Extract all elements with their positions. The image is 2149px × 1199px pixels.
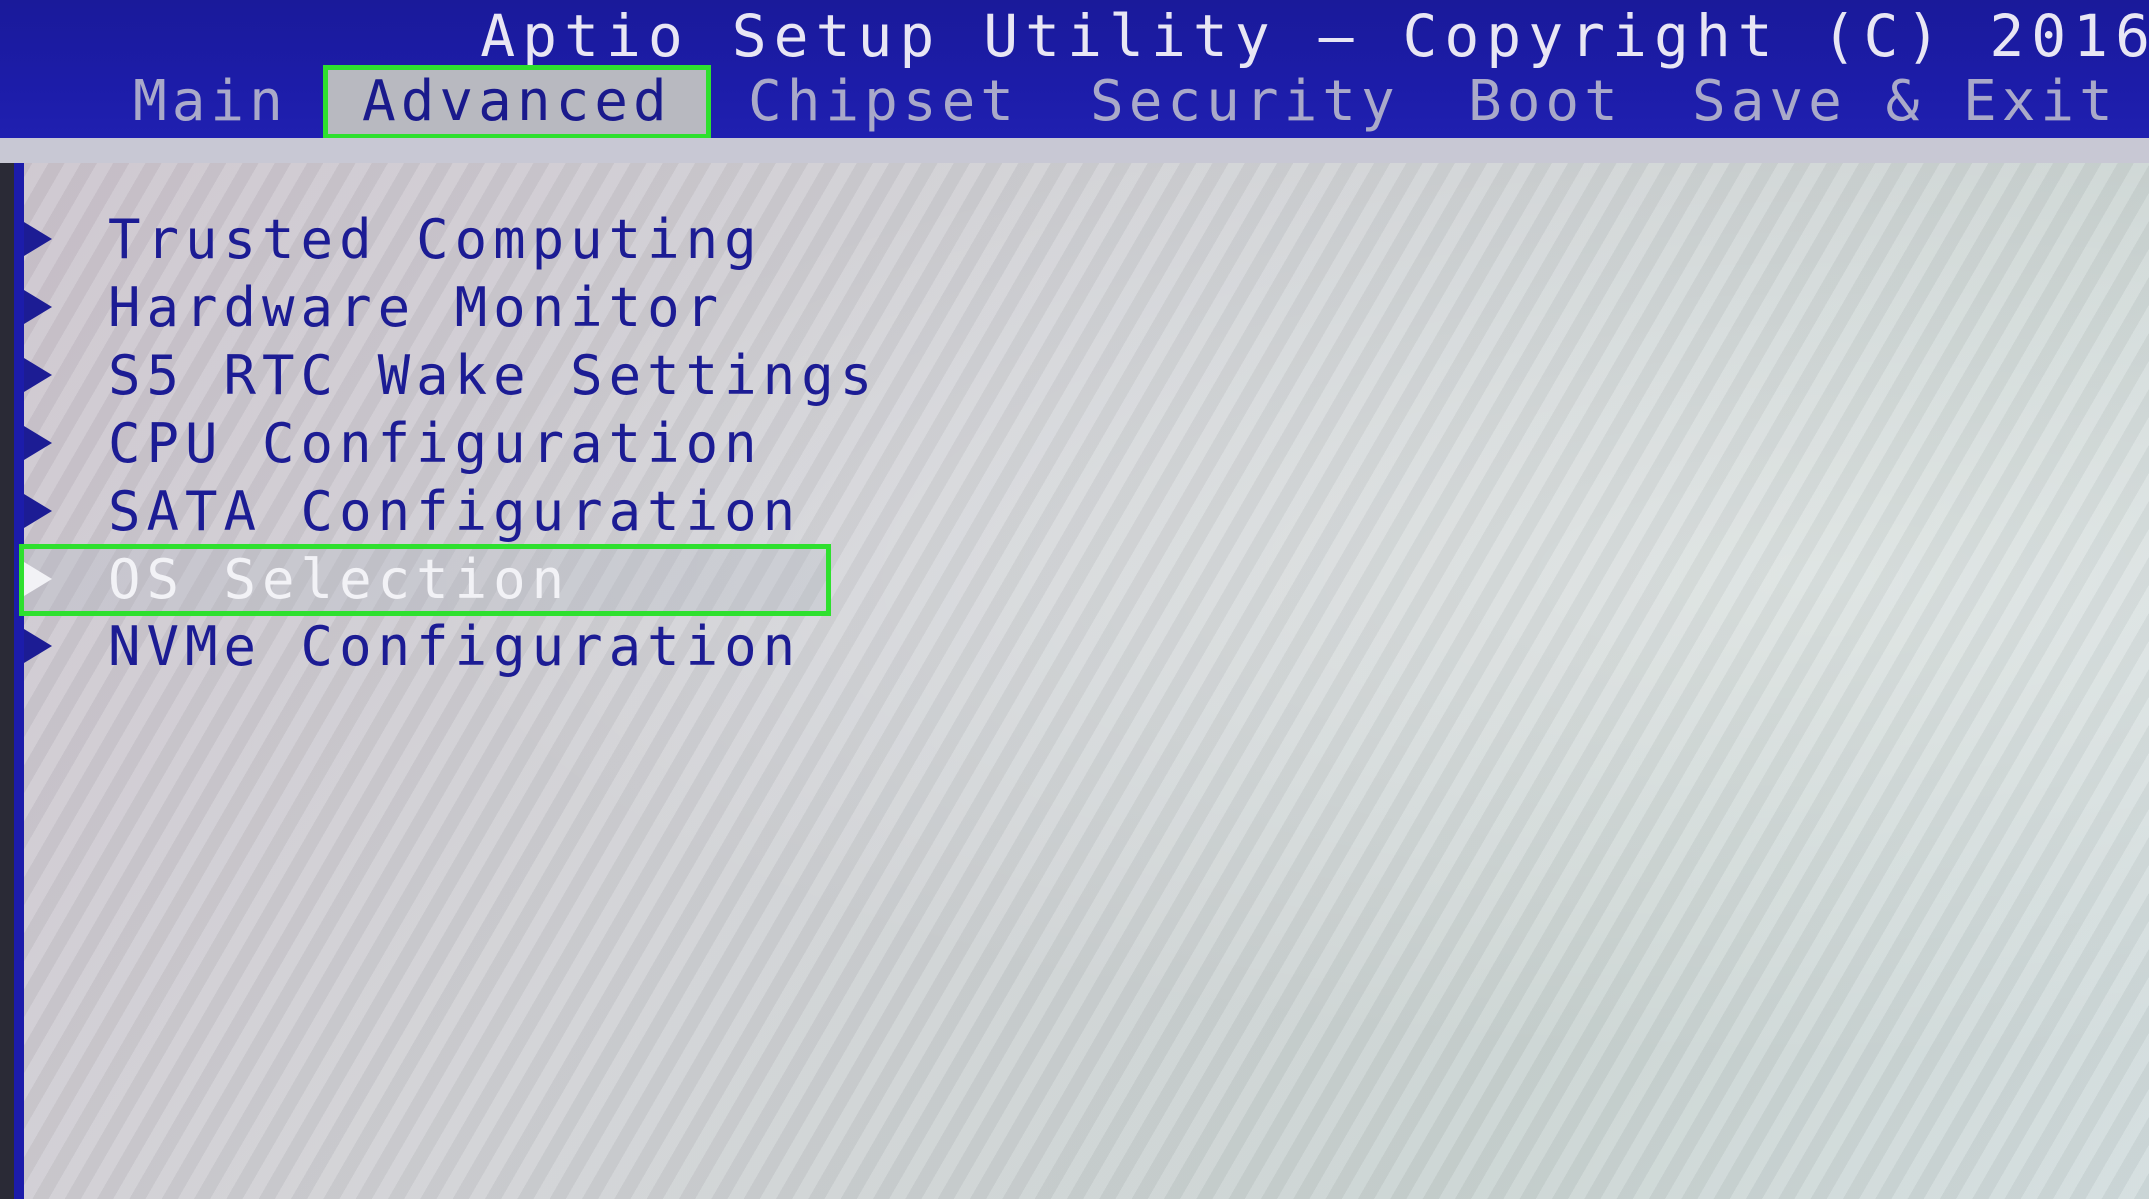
menu-item-hardware-monitor[interactable]: Hardware Monitor [24,277,724,339]
menu-item-label: NVMe Configuration [108,615,802,678]
menu-item-trusted-computing[interactable]: Trusted Computing [24,209,763,271]
triangle-right-icon [24,290,52,325]
menu-item-label: Hardware Monitor [108,276,725,339]
triangle-right-icon [24,222,52,257]
tab-chipset[interactable]: Chipset [748,70,1019,134]
tab-save-exit[interactable]: Save & Exit [1692,70,2118,134]
menu-item-nvme-configuration[interactable]: NVMe Configuration [24,616,801,678]
tab-boot[interactable]: Boot [1468,70,1623,134]
tab-main[interactable]: Main [133,70,288,134]
tab-bar: Main Advanced Chipset Security Boot Save… [0,70,2149,134]
triangle-right-icon [24,562,52,597]
triangle-right-icon [24,426,52,461]
menu-item-label: Trusted Computing [108,208,763,271]
triangle-right-icon [24,629,52,664]
menu-item-sata-configuration[interactable]: SATA Configuration [24,481,801,543]
menu-item-cpu-configuration[interactable]: CPU Configuration [24,413,763,475]
bios-header: Aptio Setup Utility – Copyright (C) 2016… [0,0,2149,138]
menu-item-label: SATA Configuration [108,480,802,543]
triangle-right-icon [24,494,52,529]
header-divider [0,138,2149,163]
screen-bezel [0,163,14,1199]
bios-screen: Aptio Setup Utility – Copyright (C) 2016… [0,0,2149,1199]
app-title: Aptio Setup Utility – Copyright (C) 2016 [480,2,2149,70]
tab-advanced[interactable]: Advanced [328,70,706,134]
menu-item-os-selection[interactable]: OS Selection [24,549,826,611]
panel-left-border [14,163,24,1199]
menu-item-label: OS Selection [108,548,571,611]
menu-item-label: CPU Configuration [108,412,763,475]
tab-security[interactable]: Security [1090,70,1400,134]
menu-item-label: S5 RTC Wake Settings [108,344,879,407]
menu-item-s5-rtc-wake-settings[interactable]: S5 RTC Wake Settings [24,345,878,407]
triangle-right-icon [24,358,52,393]
